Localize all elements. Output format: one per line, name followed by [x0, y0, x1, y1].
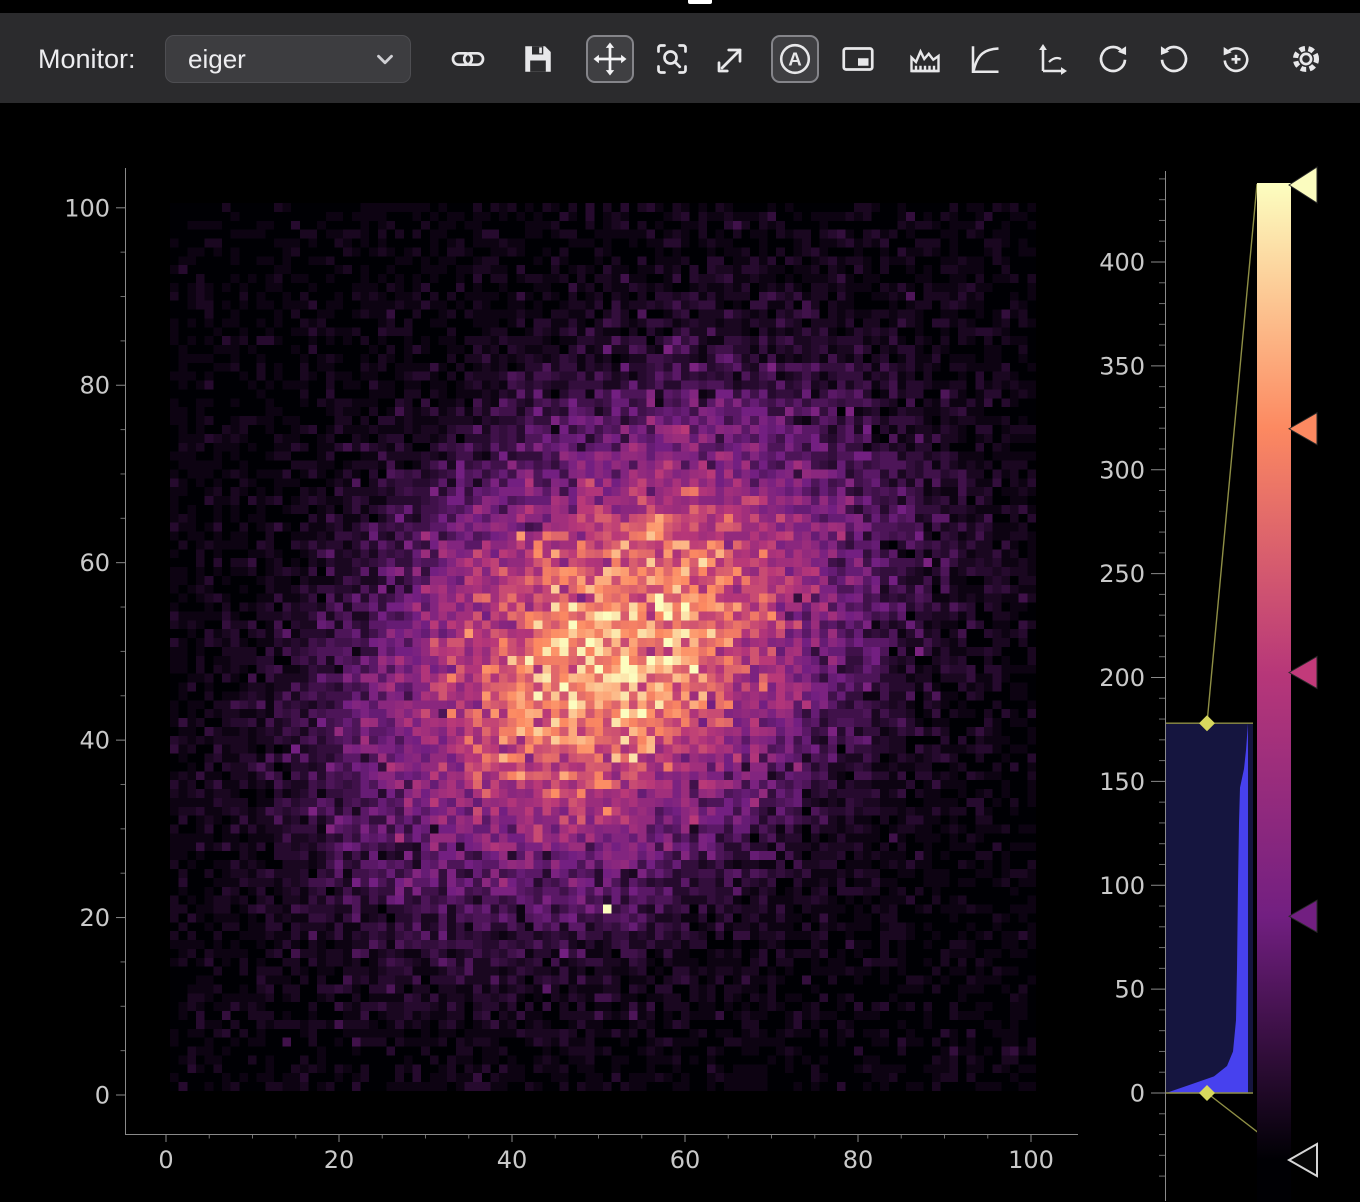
axes-button[interactable]: [1028, 35, 1076, 83]
x-tick-label: 80: [843, 1146, 874, 1174]
zoom-region-icon: [654, 41, 690, 77]
y-tick-label: 20: [79, 904, 110, 932]
y-tick-label: 60: [79, 549, 110, 577]
gear-icon: [1288, 41, 1324, 77]
rotate-cw-icon: [1095, 41, 1131, 77]
rotate-cw-button[interactable]: [1089, 35, 1137, 83]
lut-tick-label: 200: [1099, 664, 1145, 692]
histogram-icon: [907, 41, 943, 77]
y-tick-label: 100: [64, 194, 110, 222]
window-top-strip: [0, 0, 1360, 13]
y-tick-label: 0: [95, 1082, 110, 1110]
top-accent-line: [688, 0, 712, 4]
lut-tick-label: 350: [1099, 352, 1145, 380]
link-icon: [450, 41, 486, 77]
axes-arrows-icon: [1034, 41, 1070, 77]
log-curve-icon: [967, 41, 1003, 77]
lut-tick-label: 400: [1099, 249, 1145, 277]
lut-tick-label: 50: [1114, 976, 1145, 1004]
auto-levels-icon: A: [777, 41, 813, 77]
chevron-down-icon: [372, 46, 398, 72]
gradient-tick[interactable]: [1289, 167, 1317, 203]
gradient-tick[interactable]: [1289, 1144, 1317, 1176]
auto-scale-button[interactable]: A: [771, 35, 819, 83]
x-tick-label: 40: [497, 1146, 528, 1174]
x-tick-label: 60: [670, 1146, 701, 1174]
rotate-ccw-icon: [1156, 41, 1192, 77]
settings-button[interactable]: [1282, 35, 1330, 83]
save-button[interactable]: [514, 35, 562, 83]
gradient-tick[interactable]: [1289, 413, 1317, 445]
rotate-plus-icon: [1218, 41, 1254, 77]
x-tick-label: 0: [158, 1146, 173, 1174]
svg-text:A: A: [788, 49, 802, 70]
expand-diagonal-icon: [713, 41, 749, 77]
x-tick-label: 20: [324, 1146, 355, 1174]
picture-in-picture-icon: [840, 41, 876, 77]
lut-gradient-bar[interactable]: [1257, 183, 1291, 1202]
lut-tick-label: 300: [1099, 456, 1145, 484]
rotate-ccw-button[interactable]: [1150, 35, 1198, 83]
zoom-region-button[interactable]: [648, 35, 696, 83]
frame-button[interactable]: [834, 35, 882, 83]
toolbar: Monitor: eiger A: [0, 13, 1360, 105]
lut-tick-label: 250: [1099, 560, 1145, 588]
lut-tick-label: 0: [1130, 1080, 1145, 1108]
monitor-dropdown-value: eiger: [188, 44, 372, 75]
y-tick-label: 40: [79, 727, 110, 755]
gradient-tick[interactable]: [1289, 900, 1317, 932]
move-icon: [592, 41, 628, 77]
lut-tick-label: 100: [1099, 872, 1145, 900]
monitor-dropdown[interactable]: eiger: [165, 35, 411, 83]
expand-button[interactable]: [707, 35, 755, 83]
y-tick-label: 80: [79, 372, 110, 400]
rotate-add-button[interactable]: [1212, 35, 1260, 83]
link-button[interactable]: [444, 35, 492, 83]
monitor-label: Monitor:: [38, 13, 136, 105]
pan-button[interactable]: [586, 35, 634, 83]
histogram-button[interactable]: [901, 35, 949, 83]
curve-button[interactable]: [961, 35, 1009, 83]
save-icon: [520, 41, 556, 77]
gradient-tick[interactable]: [1289, 657, 1317, 689]
x-tick-label: 100: [1008, 1146, 1054, 1174]
lut-tick-label: 150: [1099, 768, 1145, 796]
plot-overlay: 0 20 40 60 80 100 0 20 40 60 80 100 0 50 100 150 200 250 3…: [0, 0, 1360, 1202]
